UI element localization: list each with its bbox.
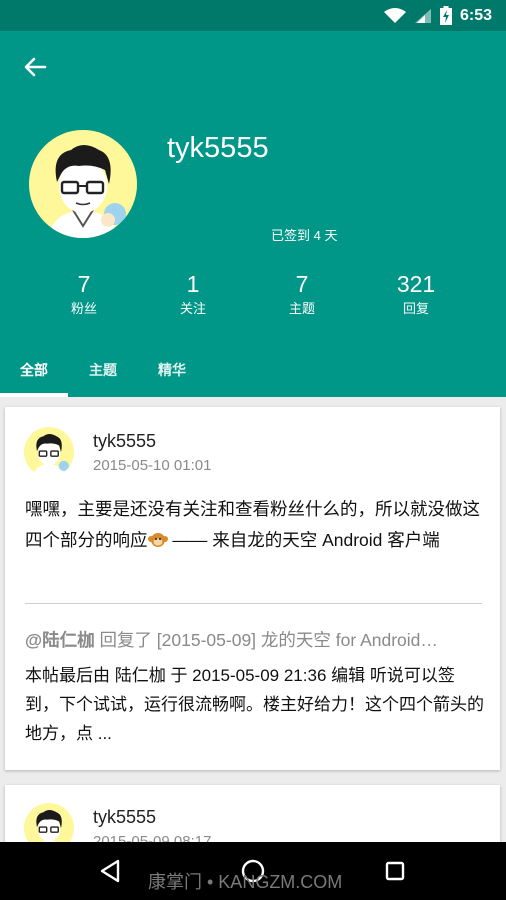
navigation-bar: 康掌门 • KANGZM.COM <box>0 842 506 900</box>
post-date: 2015-05-10 01:01 <box>93 457 212 474</box>
stat-value: 1 <box>186 271 200 297</box>
wifi-icon <box>383 7 406 23</box>
post-text-part: —— 来自龙的天空 Android 客户端 <box>167 530 440 550</box>
battery-charging-icon <box>439 6 452 25</box>
nav-recents-button[interactable] <box>380 856 410 886</box>
post-avatar[interactable] <box>24 427 74 477</box>
stat-replies[interactable]: 321 回复 <box>361 269 471 319</box>
post-card[interactable]: tyk5555 2015-05-10 01:01 嘿嘿，主要是还没有关注和查看粉… <box>5 407 500 770</box>
tab-featured[interactable]: 精华 <box>158 353 186 397</box>
checkin-status: 已签到 4 天 <box>271 228 338 243</box>
stat-value: 7 <box>295 271 309 297</box>
tab-bar: 全部 主题 精华 <box>0 353 506 397</box>
profile-avatar[interactable] <box>29 130 137 238</box>
status-time: 6:53 <box>459 6 492 24</box>
reply-title: 回复了 [2015-05-09] 龙的天空 for Android… <box>94 630 438 650</box>
divider <box>25 603 482 604</box>
stat-value: 321 <box>396 271 436 297</box>
nav-back-button[interactable] <box>96 856 126 886</box>
stat-topics[interactable]: 7 主题 <box>247 269 357 319</box>
stats-row: 7 粉丝 1 关注 7 主题 321 回复 <box>0 269 506 329</box>
signal-icon <box>414 8 431 23</box>
cartoon-face-avatar-icon <box>24 427 74 477</box>
stat-label: 关注 <box>179 301 206 316</box>
tab-all[interactable]: 全部 <box>20 353 48 397</box>
reply-author[interactable]: @陆仁枷 <box>25 630 95 650</box>
stat-value: 7 <box>77 271 91 297</box>
post-content: 嘿嘿，主要是还没有关注和查看粉丝什么的，所以就没做这四个部分的响应 —— 来自龙… <box>25 494 485 556</box>
square-recents-icon <box>385 861 405 881</box>
stat-following[interactable]: 1 关注 <box>138 269 248 319</box>
post-username[interactable]: tyk5555 <box>93 431 156 452</box>
monkey-emoji-icon <box>147 528 168 547</box>
post-username[interactable]: tyk5555 <box>93 807 156 828</box>
status-bar: 6:53 <box>0 0 506 31</box>
cartoon-face-avatar-icon <box>29 130 137 238</box>
watermark-text: 康掌门 • KANGZM.COM <box>148 872 343 892</box>
stat-label: 粉丝 <box>70 301 97 316</box>
arrow-left-icon <box>24 57 47 77</box>
stat-fans[interactable]: 7 粉丝 <box>29 269 139 319</box>
profile-username: tyk5555 <box>167 132 269 164</box>
quoted-reply-header[interactable]: @陆仁枷 回复了 [2015-05-09] 龙的天空 for Android… <box>25 627 485 652</box>
tab-topics[interactable]: 主题 <box>89 353 117 397</box>
triangle-back-icon <box>100 859 120 883</box>
quoted-reply-body: 本帖最后由 陆仁枷 于 2015-05-09 21:36 编辑 听说可以签到，下… <box>25 666 484 743</box>
back-button[interactable] <box>20 52 50 82</box>
stat-label: 回复 <box>402 301 429 316</box>
profile-header: tyk5555 已签到 4 天 7 粉丝 1 关注 7 主题 321 回复 全部… <box>0 31 506 397</box>
stat-label: 主题 <box>288 301 315 316</box>
tab-indicator <box>0 393 68 397</box>
